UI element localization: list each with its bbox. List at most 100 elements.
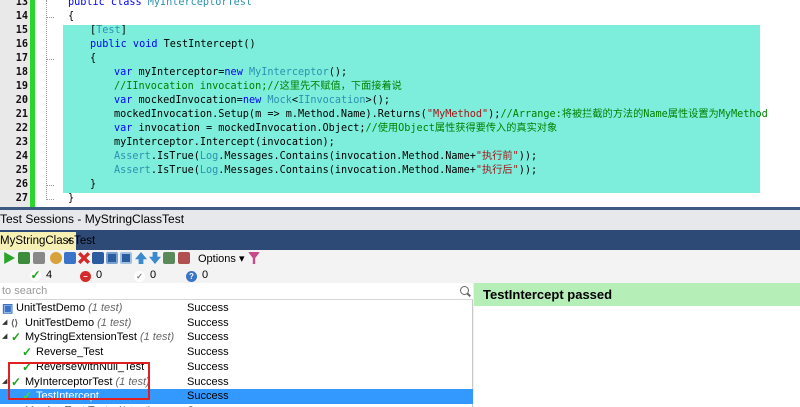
options-dropdown[interactable]: Options ▾ bbox=[198, 250, 245, 268]
failed-count-value: 0 bbox=[96, 269, 103, 281]
code-token: .Messages.Contains(invocation.Method.Nam… bbox=[218, 151, 476, 162]
code-token: } bbox=[68, 193, 75, 204]
tree-row[interactable]: ▣ UnitTestDemo (1 test) Success bbox=[0, 301, 473, 316]
code-token: Assert bbox=[114, 151, 151, 162]
arrow-down-icon[interactable] bbox=[149, 252, 161, 264]
cover-icon[interactable] bbox=[50, 252, 62, 264]
code-token: Assert bbox=[114, 165, 151, 176]
code-text: var invocation = mockedInvocation.Object… bbox=[114, 122, 557, 136]
code-token: Test bbox=[96, 25, 121, 36]
session-icon[interactable] bbox=[92, 252, 104, 264]
test-result: Success bbox=[187, 360, 229, 373]
result-pane: TestIntercept passed bbox=[474, 283, 800, 407]
code-token: "执行后" bbox=[475, 165, 519, 176]
arrow-up-icon[interactable] bbox=[135, 252, 147, 264]
line-number: 26 bbox=[15, 179, 28, 190]
code-text: Assert.IsTrue(Log.Messages.Contains(invo… bbox=[114, 150, 537, 164]
session-toolbar: Options ▾ bbox=[0, 250, 800, 268]
panel-title: Test Sessions - MyStringClassTest bbox=[0, 207, 800, 230]
collapse-icon[interactable] bbox=[120, 252, 132, 264]
code-token: myInterceptor= bbox=[138, 67, 225, 78]
expand-triangle-icon[interactable]: ◢ bbox=[2, 330, 9, 340]
code-token: mockedInvocation= bbox=[138, 95, 243, 106]
build-icon[interactable] bbox=[64, 252, 76, 264]
code-token: ); bbox=[488, 109, 501, 120]
export-icon[interactable] bbox=[163, 252, 175, 264]
code-line: 24 Assert.IsTrue(Log.Messages.Contains(in… bbox=[0, 150, 800, 164]
code-token: //使用Object属性获得要传入的真实对象 bbox=[365, 123, 558, 134]
tree-row[interactable]: ◢ ✓ MyStringExtensionTest (1 test) Success bbox=[0, 330, 473, 345]
namespace-icon: ⟨⟩ bbox=[11, 317, 19, 328]
group-icon[interactable] bbox=[106, 252, 118, 264]
tree-row-label: MyStringExtensionTest (1 test) bbox=[25, 330, 174, 345]
code-token: public class bbox=[68, 0, 148, 8]
code-token: MyInterceptor bbox=[248, 67, 329, 78]
code-token: IInvocation bbox=[298, 95, 366, 106]
test-count: (1 test) bbox=[88, 302, 123, 314]
code-line: 27} bbox=[0, 192, 800, 206]
code-token: myInterceptor.Intercept(invocation); bbox=[114, 137, 335, 148]
code-token: "MyMethod" bbox=[426, 109, 489, 120]
line-number: 22 bbox=[15, 123, 28, 134]
session-tab-bar: MyStringClassTest × bbox=[0, 230, 800, 250]
code-editor[interactable]: 13 public class MyInterceptorTest 14{15 [Te… bbox=[0, 0, 800, 207]
project-icon: ▣ bbox=[2, 301, 14, 315]
line-number: 16 bbox=[15, 39, 28, 50]
code-line: 26} bbox=[0, 178, 800, 192]
expand-triangle-icon[interactable]: ◢ bbox=[2, 316, 9, 326]
close-tab-icon[interactable]: × bbox=[66, 232, 72, 250]
result-header: TestIntercept passed bbox=[474, 283, 800, 306]
code-token: public void bbox=[90, 39, 164, 50]
filter-icon[interactable] bbox=[178, 252, 190, 264]
code-text: var mockedInvocation=new Mock<IInvocatio… bbox=[114, 94, 390, 108]
line-number: 21 bbox=[15, 109, 28, 120]
test-name: Reverse_Test bbox=[36, 346, 104, 359]
code-line: 17 { bbox=[0, 52, 800, 66]
debug-icon[interactable] bbox=[18, 252, 30, 264]
search-icon[interactable] bbox=[460, 286, 469, 295]
line-number: 15 bbox=[15, 25, 28, 36]
tree-row[interactable]: ✓ Reverse_Test Success bbox=[0, 345, 473, 360]
code-token: var bbox=[114, 95, 139, 106]
code-line: 19 //IInvocation invocation;//这里先不赋值，下面接着… bbox=[0, 80, 800, 94]
unknown-count-value: 0 bbox=[202, 269, 209, 281]
passed-count[interactable]: ✓ 4 bbox=[30, 268, 52, 283]
line-number: 14 bbox=[15, 11, 28, 22]
code-token: } bbox=[90, 179, 97, 190]
funnel-icon[interactable] bbox=[248, 252, 260, 264]
code-text: [Test] bbox=[90, 24, 127, 38]
search-placeholder: to search bbox=[2, 285, 48, 297]
code-token: )); bbox=[518, 165, 538, 176]
code-token: //Arrange:将被拦截的方法的Name属性设置为MyMethod bbox=[500, 109, 768, 120]
clear-icon[interactable] bbox=[78, 252, 90, 264]
code-token: .IsTrue( bbox=[150, 165, 200, 176]
code-line: 14 { bbox=[0, 10, 800, 24]
code-token: Log bbox=[199, 151, 219, 162]
passed-count-value: 4 bbox=[46, 269, 53, 281]
tree-row[interactable]: ◢ ⟨⟩ UnitTestDemo (1 test) Success bbox=[0, 316, 473, 331]
stop-icon[interactable] bbox=[33, 252, 45, 264]
code-line: 16 public void TestIntercept() bbox=[0, 38, 800, 52]
ignored-count[interactable]: ✓ 0 bbox=[134, 268, 156, 283]
failed-count[interactable]: –0 bbox=[80, 268, 102, 283]
fail-icon: – bbox=[80, 271, 91, 282]
tab-mystringclasstest[interactable]: MyStringClassTest × bbox=[0, 232, 95, 250]
code-line: 20 var mockedInvocation=new Mock<IInvocat… bbox=[0, 94, 800, 108]
code-line: 15 [Test] bbox=[0, 24, 800, 38]
code-token: { bbox=[68, 11, 75, 22]
code-text: public void TestIntercept() bbox=[90, 38, 256, 52]
code-token: Mock bbox=[267, 95, 292, 106]
code-text: } bbox=[68, 192, 74, 206]
test-result: Success bbox=[187, 390, 229, 403]
code-token: .IsTrue( bbox=[150, 151, 200, 162]
options-label: Options bbox=[198, 253, 236, 265]
unknown-count[interactable]: ? 0 bbox=[186, 268, 208, 283]
test-result: Success bbox=[187, 346, 229, 359]
code-token: { bbox=[90, 53, 97, 64]
code-line: 21 mockedInvocation.Setup(m => m.Method.N… bbox=[0, 108, 800, 122]
search-input[interactable]: to search bbox=[0, 283, 473, 300]
test-result: Success bbox=[187, 302, 229, 314]
run-icon[interactable] bbox=[4, 252, 15, 264]
code-text: Assert.IsTrue(Log.Messages.Contains(invo… bbox=[114, 164, 537, 178]
code-line: 18 var myInterceptor=new MyInterceptor(); bbox=[0, 66, 800, 80]
